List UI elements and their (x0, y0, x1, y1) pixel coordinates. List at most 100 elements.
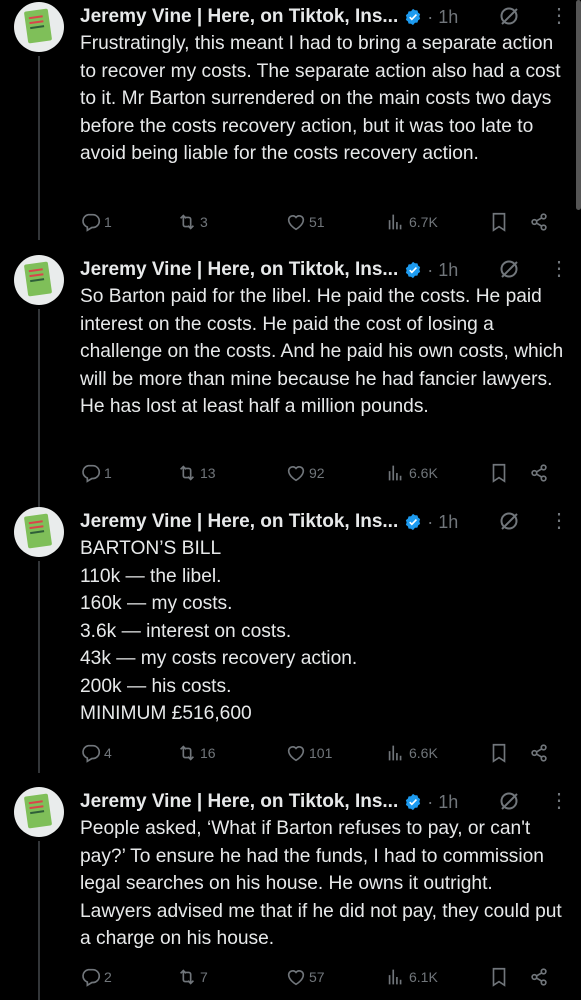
tweet-header: Jeremy Vine | Here, on Tiktok, Ins... · … (80, 255, 458, 285)
like-icon (287, 215, 305, 231)
reply-button[interactable]: 1 (80, 210, 112, 234)
share-button[interactable] (528, 965, 550, 989)
repost-count: 3 (200, 214, 208, 230)
like-button[interactable]: 101 (285, 741, 332, 765)
reply-icon (82, 464, 101, 483)
tweet-text: Frustratingly, this meant I had to bring… (80, 33, 561, 164)
like-count: 57 (309, 969, 325, 985)
bookmark-icon (492, 743, 506, 763)
tweet[interactable]: Jeremy Vine | Here, on Tiktok, Ins... · … (0, 507, 581, 773)
like-icon (287, 970, 305, 986)
more-icon[interactable]: ⋮ (549, 791, 569, 811)
action-bar: 4 16 101 6.6K (80, 741, 560, 765)
action-bar: 2 7 57 6.1K (80, 965, 560, 989)
action-bar: 1 3 51 6.7K (80, 210, 560, 234)
tweet[interactable]: Jeremy Vine | Here, on Tiktok, Ins... · … (0, 2, 581, 240)
reply-count: 2 (104, 969, 112, 985)
like-button[interactable]: 92 (285, 461, 325, 485)
timestamp[interactable]: 1h (438, 512, 458, 533)
views-button[interactable]: 6.6K (385, 741, 438, 765)
views-button[interactable]: 6.1K (385, 965, 438, 989)
views-icon (388, 745, 402, 761)
thread-line (38, 841, 40, 1000)
bookmark-button[interactable] (488, 965, 510, 989)
separator-dot: · (427, 511, 434, 532)
views-count: 6.1K (409, 969, 438, 985)
more-icon[interactable]: ⋮ (549, 259, 569, 279)
tweet-text: BARTON’S BILL 110k — the libel. 160k — m… (80, 538, 358, 724)
like-button[interactable]: 57 (285, 965, 325, 989)
timestamp[interactable]: 1h (438, 260, 458, 281)
repost-button[interactable]: 7 (176, 965, 208, 989)
like-icon (287, 746, 305, 762)
author-name[interactable]: Jeremy Vine | Here, on Tiktok, Ins... (80, 511, 398, 533)
timestamp[interactable]: 1h (438, 7, 458, 28)
like-count: 92 (309, 465, 325, 481)
like-count: 101 (309, 745, 333, 761)
views-button[interactable]: 6.6K (385, 461, 438, 485)
verified-badge-icon[interactable] (404, 261, 422, 279)
share-icon (531, 213, 547, 231)
grok-icon[interactable] (498, 510, 520, 532)
repost-count: 13 (200, 465, 216, 481)
repost-count: 16 (200, 745, 216, 761)
avatar[interactable] (14, 787, 64, 837)
avatar[interactable] (14, 507, 64, 557)
avatar[interactable] (14, 2, 64, 52)
like-count: 51 (309, 214, 325, 230)
separator-dot: · (427, 259, 434, 280)
views-icon (388, 214, 402, 230)
more-icon[interactable]: ⋮ (549, 511, 569, 531)
share-icon (531, 968, 547, 986)
thread: Jeremy Vine | Here, on Tiktok, Ins... · … (0, 0, 581, 1000)
bookmark-icon (492, 967, 506, 987)
repost-icon (179, 214, 195, 230)
reply-button[interactable]: 1 (80, 461, 112, 485)
separator-dot: · (427, 791, 434, 812)
timestamp[interactable]: 1h (438, 792, 458, 813)
like-icon (287, 466, 305, 482)
repost-button[interactable]: 13 (176, 461, 216, 485)
reply-icon (82, 213, 101, 232)
share-button[interactable] (528, 741, 550, 765)
like-button[interactable]: 51 (285, 210, 325, 234)
avatar[interactable] (14, 255, 64, 305)
grok-icon[interactable] (498, 258, 520, 280)
views-icon (388, 969, 402, 985)
bookmark-button[interactable] (488, 461, 510, 485)
views-button[interactable]: 6.7K (385, 210, 438, 234)
tweet-header: Jeremy Vine | Here, on Tiktok, Ins... · … (80, 507, 458, 537)
author-name[interactable]: Jeremy Vine | Here, on Tiktok, Ins... (80, 6, 398, 28)
grok-icon[interactable] (498, 790, 520, 812)
share-button[interactable] (528, 210, 550, 234)
more-icon[interactable]: ⋮ (549, 6, 569, 26)
author-name[interactable]: Jeremy Vine | Here, on Tiktok, Ins... (80, 259, 398, 281)
repost-icon (179, 969, 195, 985)
views-count: 6.7K (409, 214, 438, 230)
grok-icon[interactable] (498, 5, 520, 27)
thread-line (38, 56, 40, 240)
share-button[interactable] (528, 461, 550, 485)
share-icon (531, 744, 547, 762)
verified-badge-icon[interactable] (404, 8, 422, 26)
tweet-header: Jeremy Vine | Here, on Tiktok, Ins... · … (80, 2, 458, 32)
repost-button[interactable]: 16 (176, 741, 216, 765)
reply-count: 1 (104, 465, 112, 481)
verified-badge-icon[interactable] (404, 793, 422, 811)
views-count: 6.6K (409, 745, 438, 761)
verified-badge-icon[interactable] (404, 513, 422, 531)
bookmark-button[interactable] (488, 210, 510, 234)
author-name[interactable]: Jeremy Vine | Here, on Tiktok, Ins... (80, 791, 398, 813)
reply-button[interactable]: 4 (80, 741, 112, 765)
views-icon (388, 465, 402, 481)
repost-button[interactable]: 3 (176, 210, 208, 234)
bookmark-icon (492, 212, 506, 232)
tweet[interactable]: Jeremy Vine | Here, on Tiktok, Ins... · … (0, 787, 581, 1000)
reply-icon (82, 744, 101, 763)
share-icon (531, 464, 547, 482)
bookmark-button[interactable] (488, 741, 510, 765)
repost-count: 7 (200, 969, 208, 985)
tweet[interactable]: Jeremy Vine | Here, on Tiktok, Ins... · … (0, 255, 581, 510)
reply-button[interactable]: 2 (80, 965, 112, 989)
repost-icon (179, 745, 195, 761)
